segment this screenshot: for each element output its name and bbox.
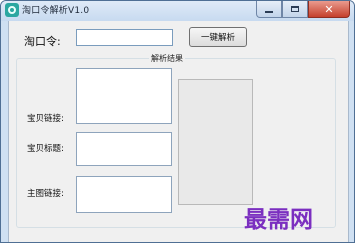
token-input[interactable]	[76, 29, 173, 46]
parse-button[interactable]: 一键解析	[189, 27, 247, 47]
maximize-icon	[291, 6, 299, 12]
watermark-logo: 最需网	[244, 206, 313, 233]
product-title-field[interactable]	[76, 132, 172, 166]
close-button[interactable]: ✕	[308, 1, 350, 18]
window-title: 淘口令解析V1.0	[22, 6, 90, 16]
app-icon	[5, 3, 19, 17]
token-label: 淘口令:	[24, 35, 61, 48]
product-link-label: 宝贝链接:	[27, 114, 64, 124]
results-group-title: 解析结果	[149, 53, 185, 64]
title-bar[interactable]: 淘口令解析V1.0 ✕	[1, 1, 354, 21]
close-icon: ✕	[324, 2, 334, 16]
minimize-icon	[265, 11, 273, 13]
product-title-label: 宝贝标题:	[27, 144, 64, 154]
main-image-field[interactable]	[76, 176, 172, 213]
maximize-button[interactable]	[282, 1, 308, 18]
window-controls: ✕	[256, 1, 350, 19]
image-preview	[178, 79, 253, 205]
product-link-field[interactable]	[76, 68, 172, 124]
main-image-label: 主图链接:	[27, 189, 64, 199]
minimize-button[interactable]	[256, 1, 282, 18]
